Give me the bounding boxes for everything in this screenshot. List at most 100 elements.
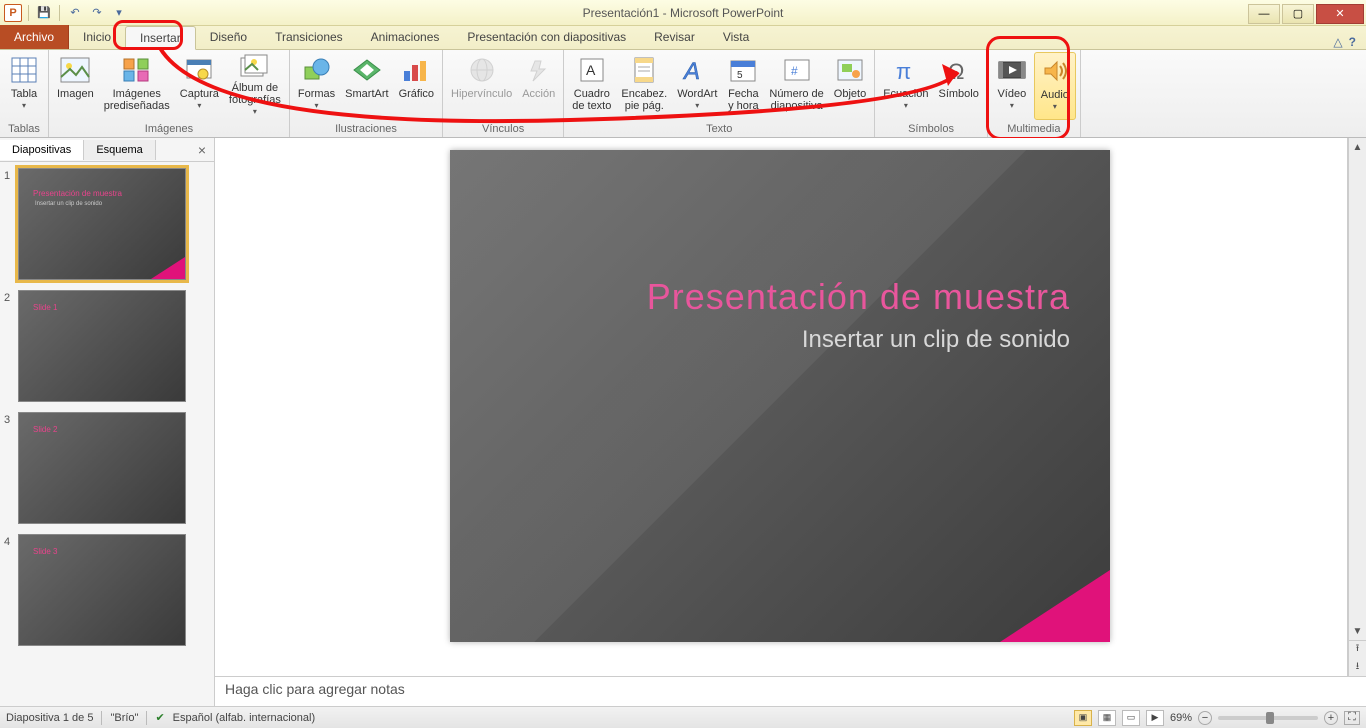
tab-esquema[interactable]: Esquema [84, 140, 155, 160]
objeto-button[interactable]: Objeto [830, 52, 870, 120]
slide-title[interactable]: Presentación de muestra [647, 276, 1070, 318]
group-label-texto: Texto [568, 123, 870, 137]
redo-button[interactable]: ↷ [88, 4, 106, 22]
zoom-out-button[interactable]: − [1198, 711, 1212, 725]
wordart-button[interactable]: A WordArt ▾ [673, 52, 721, 120]
svg-text:π: π [896, 59, 911, 83]
formas-button[interactable]: Formas ▾ [294, 52, 339, 120]
audio-icon [1039, 55, 1071, 87]
slide-thumbnail-1[interactable]: Presentación de muestra Insertar un clip… [18, 168, 186, 280]
ribbon: Tabla ▾ Tablas Imagen Imágenes prediseña… [0, 50, 1366, 138]
tab-transiciones[interactable]: Transiciones [261, 25, 357, 49]
file-tab[interactable]: Archivo [0, 25, 69, 49]
audio-button[interactable]: Audio ▾ [1034, 52, 1076, 120]
simbolo-icon: Ω [943, 54, 975, 86]
zoom-in-button[interactable]: + [1324, 711, 1338, 725]
previous-slide-button[interactable]: ⭱ [1349, 641, 1366, 659]
group-texto: A Cuadro de texto Encabez. pie pág. A Wo… [564, 50, 875, 137]
tab-diapositivas[interactable]: Diapositivas [0, 140, 84, 160]
zoom-slider[interactable] [1218, 716, 1318, 720]
thumbnail-tabs: Diapositivas Esquema × [0, 138, 214, 162]
current-slide[interactable]: Presentación de muestra Insertar un clip… [450, 150, 1110, 642]
album-fotografias-button[interactable]: Álbum de fotografías ▾ [225, 52, 285, 120]
vertical-scrollbar[interactable]: ▲ ▼ ⭱ ⭳ [1348, 138, 1366, 676]
slide-thumbnail-3[interactable]: Slide 2 [18, 412, 186, 524]
reading-view-button[interactable]: ▭ [1122, 710, 1140, 726]
tab-inicio[interactable]: Inicio [69, 25, 125, 49]
slide-thumbnail-2[interactable]: Slide 1 [18, 290, 186, 402]
group-label-simbolos: Símbolos [879, 123, 983, 137]
group-label-imagenes: Imágenes [53, 123, 285, 137]
group-multimedia: Vídeo ▾ Audio ▾ Multimedia [988, 50, 1081, 137]
grafico-button[interactable]: Gráfico [395, 52, 438, 120]
group-simbolos: π Ecuación ▾ Ω Símbolo Símbolos [875, 50, 988, 137]
next-slide-button[interactable]: ⭳ [1349, 659, 1366, 677]
tab-vista[interactable]: Vista [709, 25, 763, 49]
minimize-button[interactable]: — [1248, 4, 1280, 24]
tab-insertar[interactable]: Insertar [125, 26, 196, 50]
normal-view-button[interactable]: ▣ [1074, 710, 1092, 726]
maximize-button[interactable]: ▢ [1282, 4, 1314, 24]
captura-button[interactable]: Captura ▾ [176, 52, 223, 120]
imagen-button[interactable]: Imagen [53, 52, 98, 120]
wordart-icon: A [681, 54, 713, 86]
formas-icon [301, 54, 333, 86]
svg-text:A: A [682, 58, 700, 83]
cuadro-texto-button[interactable]: A Cuadro de texto [568, 52, 615, 120]
help-icon[interactable]: ? [1349, 35, 1356, 49]
tab-animaciones[interactable]: Animaciones [357, 25, 454, 49]
tabla-button[interactable]: Tabla ▾ [4, 52, 44, 120]
ecuacion-button[interactable]: π Ecuación ▾ [879, 52, 932, 120]
notes-pane[interactable]: Haga clic para agregar notas [215, 676, 1366, 706]
spellcheck-icon[interactable]: ✔ [155, 711, 164, 724]
slide-thumbnail-4[interactable]: Slide 3 [18, 534, 186, 646]
slide-canvas[interactable]: Presentación de muestra Insertar un clip… [215, 138, 1348, 676]
tab-presentacion[interactable]: Presentación con diapositivas [453, 25, 640, 49]
tab-diseno[interactable]: Diseño [196, 25, 261, 49]
encabezado-icon [628, 54, 660, 86]
slide-sorter-view-button[interactable]: ▦ [1098, 710, 1116, 726]
tab-revisar[interactable]: Revisar [640, 25, 709, 49]
language-label[interactable]: Español (alfab. internacional) [173, 712, 315, 724]
slide-triangle-decoration [1000, 570, 1110, 642]
video-icon [996, 54, 1028, 86]
smartart-button[interactable]: SmartArt [341, 52, 392, 120]
thumb-number: 2 [4, 290, 18, 402]
close-button[interactable]: ✕ [1316, 4, 1364, 24]
hipervinculo-button: Hipervínculo [447, 52, 516, 120]
slideshow-view-button[interactable]: ▶ [1146, 710, 1164, 726]
svg-text:Ω: Ω [948, 59, 964, 83]
group-ilustraciones: Formas ▾ SmartArt Gráfico Ilustraciones [290, 50, 443, 137]
cuadro-texto-icon: A [576, 54, 608, 86]
numero-diapositiva-button[interactable]: # Número de diapositiva [765, 52, 827, 120]
svg-text:A: A [586, 62, 596, 78]
scroll-down-icon[interactable]: ▼ [1349, 622, 1366, 640]
thumbnail-pane-close-icon[interactable]: × [190, 142, 214, 158]
scroll-up-icon[interactable]: ▲ [1349, 138, 1366, 156]
undo-button[interactable]: ↶ [66, 4, 84, 22]
quick-access-toolbar: P 💾 ↶ ↷ ▾ [0, 4, 128, 22]
zoom-level[interactable]: 69% [1170, 712, 1192, 724]
group-label-vinculos: Vínculos [447, 123, 559, 137]
fecha-hora-button[interactable]: 5 Fecha y hora [723, 52, 763, 120]
qat-customize-icon[interactable]: ▾ [110, 4, 128, 22]
simbolo-button[interactable]: Ω Símbolo [934, 52, 982, 120]
video-button[interactable]: Vídeo ▾ [992, 52, 1032, 120]
powerpoint-app-icon: P [4, 4, 22, 22]
tabla-icon [8, 54, 40, 86]
minimize-ribbon-icon[interactable]: △ [1333, 35, 1342, 49]
slide-subtitle[interactable]: Insertar un clip de sonido [802, 326, 1070, 354]
imagenes-predisenadas-button[interactable]: Imágenes prediseñadas [100, 52, 174, 120]
save-button[interactable]: 💾 [35, 4, 53, 22]
window-title: Presentación1 - Microsoft PowerPoint [583, 6, 784, 20]
fit-to-window-button[interactable]: ⛶ [1344, 711, 1360, 725]
slide-thumbnails: 1 Presentación de muestra Insertar un cl… [0, 162, 214, 706]
encabezado-button[interactable]: Encabez. pie pág. [617, 52, 671, 120]
group-label-tablas: Tablas [4, 123, 44, 137]
ribbon-tabs: Archivo Inicio Insertar Diseño Transicio… [0, 26, 1366, 50]
thumb-number: 1 [4, 168, 18, 280]
status-bar: Diapositiva 1 de 5 "Brío" ✔ Español (alf… [0, 706, 1366, 728]
slide-counter: Diapositiva 1 de 5 [6, 712, 93, 724]
group-label-multimedia: Multimedia [992, 123, 1076, 137]
thumb-number: 3 [4, 412, 18, 524]
